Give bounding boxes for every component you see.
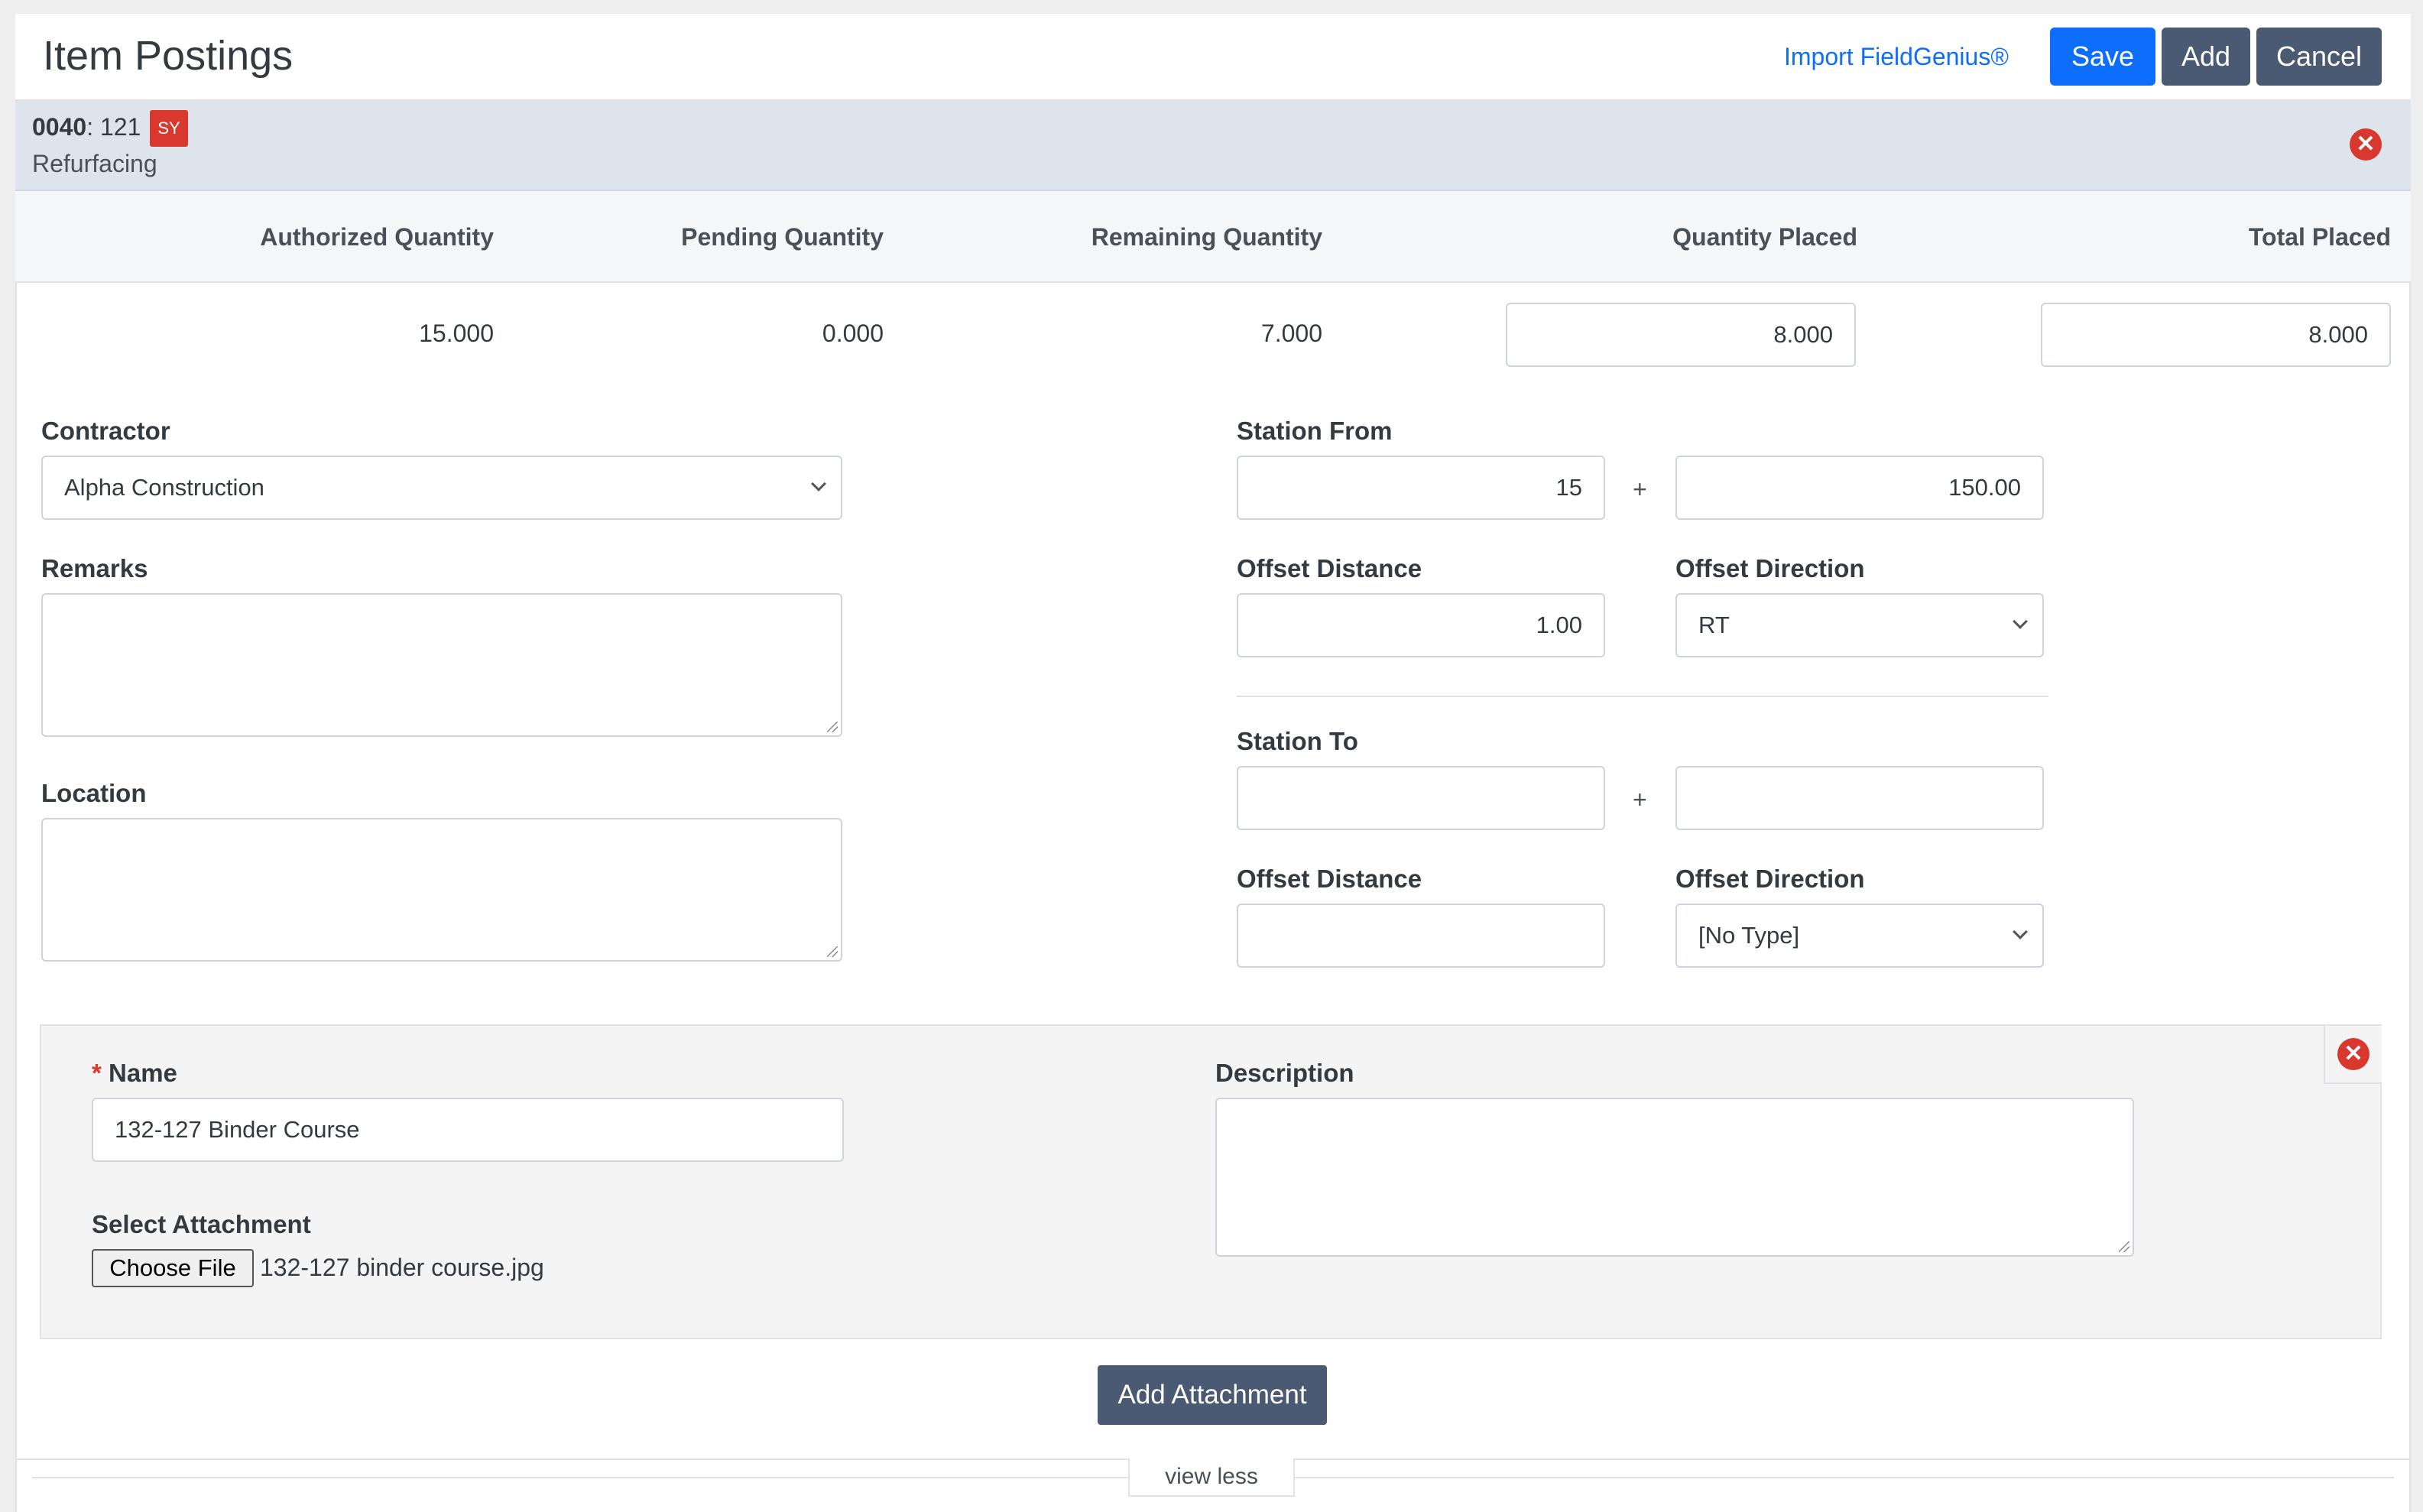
page-title: Item Postings (43, 33, 294, 79)
offset-direction-from-label: Offset Direction (1675, 554, 1865, 582)
add-attachment-button[interactable]: Add Attachment (1098, 1365, 1327, 1425)
contractor-select[interactable]: Alpha Construction (41, 456, 842, 520)
quantity-placed-input[interactable]: 8.000 (1506, 303, 1856, 367)
remarks-textarea[interactable] (41, 593, 842, 737)
attachment-description-label: Description (1215, 1059, 1354, 1087)
station-from-label: Station From (1237, 417, 1393, 445)
contractor-label: Contractor (41, 417, 170, 445)
authorized-quantity-value: 15.000 (419, 320, 494, 347)
resize-handle-icon[interactable] (2119, 1241, 2129, 1252)
offset-distance-from-label: Offset Distance (1237, 554, 1422, 582)
required-mark: * (92, 1059, 102, 1087)
station-to-plus-input[interactable] (1675, 766, 2044, 830)
offset-direction-from-value: RT (1698, 612, 1730, 638)
add-button[interactable]: Add (2162, 28, 2250, 86)
offset-direction-from-select[interactable]: RT (1675, 593, 2044, 657)
quantity-placed-header: Quantity Placed (1672, 223, 1857, 251)
total-placed-input[interactable]: 8.000 (2041, 303, 2391, 367)
station-to-label: Station To (1237, 727, 1358, 755)
remaining-quantity-value: 7.000 (1260, 320, 1322, 347)
save-button[interactable]: Save (2050, 28, 2155, 86)
view-less-toggle[interactable]: view less (1128, 1458, 1295, 1497)
remove-attachment-close-icon[interactable]: ✕ (2337, 1038, 2369, 1070)
attachment-name-input[interactable]: 132-127 Binder Course (92, 1098, 844, 1162)
station-plus-separator: + (1633, 475, 1647, 503)
attachment-name-label: * Name (92, 1059, 177, 1087)
section-divider (1237, 696, 2048, 697)
import-fieldgenius-link[interactable]: Import FieldGenius® (1784, 41, 2009, 72)
location-label: Location (41, 779, 147, 807)
chevron-down-icon (2013, 924, 2028, 939)
select-attachment-label: Select Attachment (92, 1210, 311, 1238)
station-from-station-input[interactable]: 15 (1237, 456, 1605, 520)
item-description: Refurfacing (32, 150, 157, 177)
offset-distance-from-input[interactable]: 1.00 (1237, 593, 1605, 657)
offset-direction-to-value: [No Type] (1698, 922, 1800, 949)
item-header (15, 101, 2411, 191)
choose-file-button[interactable]: Choose File (92, 1249, 254, 1287)
total-placed-header: Total Placed (2248, 223, 2391, 251)
chevron-down-icon (2013, 614, 2028, 629)
offset-direction-to-select[interactable]: [No Type] (1675, 904, 2044, 968)
item-code: 0040: 121 (32, 113, 141, 141)
contractor-selected-value: Alpha Construction (64, 474, 264, 501)
attachment-description-textarea[interactable] (1215, 1098, 2134, 1257)
chevron-down-icon (811, 476, 826, 492)
authorized-quantity-header: Authorized Quantity (260, 223, 494, 251)
remarks-label: Remarks (41, 554, 148, 582)
station-to-station-input[interactable] (1237, 766, 1605, 830)
unit-badge: SY (150, 110, 188, 147)
selected-file-name: 132-127 binder course.jpg (260, 1254, 544, 1281)
cancel-button[interactable]: Cancel (2256, 28, 2382, 86)
pending-quantity-value: 0.000 (822, 320, 884, 347)
remove-item-close-icon[interactable]: ✕ (2350, 128, 2382, 161)
resize-handle-icon[interactable] (827, 946, 838, 957)
station-from-plus-input[interactable]: 150.00 (1675, 456, 2044, 520)
remaining-quantity-header: Remaining Quantity (1091, 223, 1322, 251)
offset-distance-to-input[interactable] (1237, 904, 1605, 968)
location-textarea[interactable] (41, 818, 842, 962)
offset-direction-to-label: Offset Direction (1675, 865, 1865, 893)
offset-distance-to-label: Offset Distance (1237, 865, 1422, 893)
station-plus-separator: + (1633, 786, 1647, 813)
resize-handle-icon[interactable] (827, 722, 838, 732)
pending-quantity-header: Pending Quantity (681, 223, 884, 251)
